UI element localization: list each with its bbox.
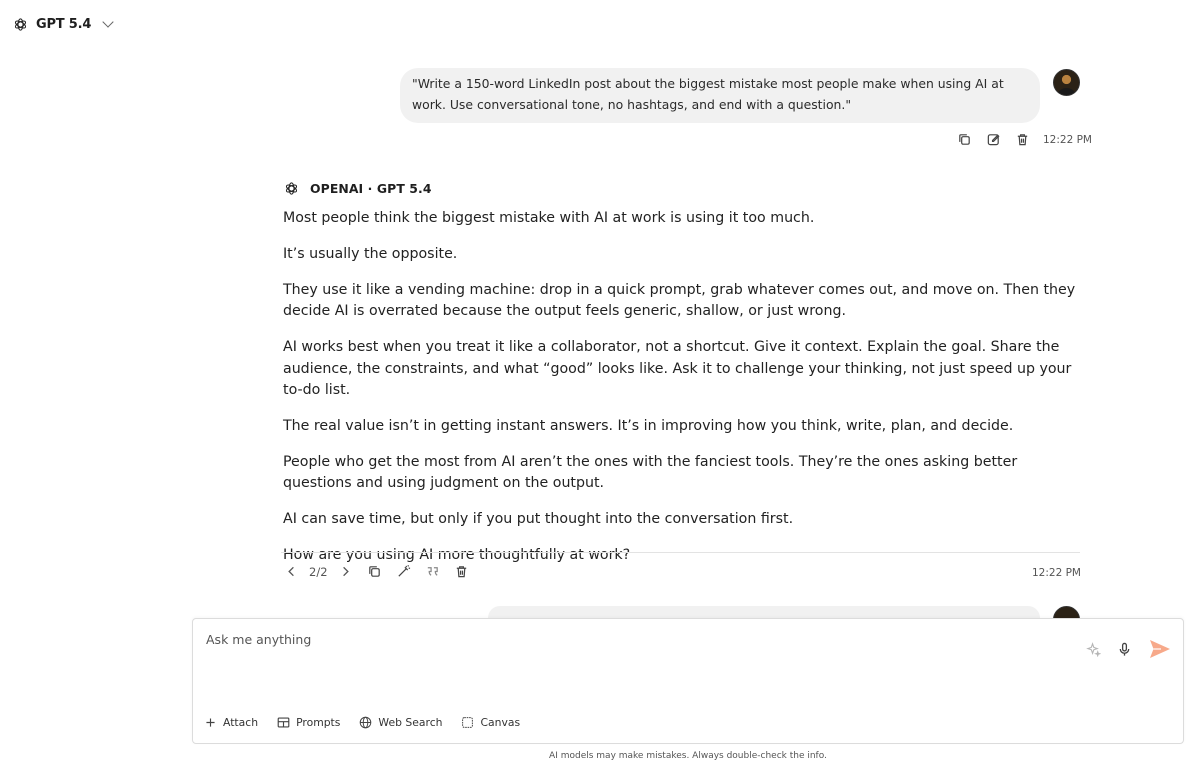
web-search-button[interactable]: Web Search [358, 715, 443, 729]
chevron-right-icon[interactable] [337, 563, 354, 580]
footer-disclaimer: AI models may make mistakes. Always doub… [549, 751, 827, 761]
assistant-paragraph: Most people think the biggest mistake wi… [283, 210, 815, 226]
assistant-paragraph: AI works best when you treat it like a c… [283, 339, 1072, 399]
assistant-paragraph: People who get the most from AI aren’t t… [283, 453, 1018, 492]
divider [281, 552, 1080, 553]
user-message-bubble: "Write a 150-word LinkedIn post about th… [400, 68, 1040, 123]
web-search-label: Web Search [378, 715, 443, 729]
assistant-message-time: 12:22 PM [1032, 567, 1081, 579]
copy-icon[interactable] [366, 563, 383, 580]
assistant-label: OPENAI · GPT 5.4 [310, 181, 432, 196]
trash-icon[interactable] [1014, 131, 1031, 148]
assistant-paragraph: It’s usually the opposite. [283, 245, 458, 262]
assistant-paragraph: They use it like a vending machine: drop… [283, 281, 1076, 320]
prompts-label: Prompts [296, 715, 341, 729]
plus-icon [204, 716, 217, 729]
response-pager: 2/2 [283, 563, 354, 580]
send-icon[interactable] [1147, 636, 1173, 662]
canvas-label: Canvas [480, 715, 521, 729]
user-message-time: 12:22 PM [1043, 133, 1092, 146]
user-message: "Write a 150-word LinkedIn post about th… [400, 68, 1080, 123]
openai-logo-icon [283, 180, 300, 197]
chevron-down-icon [102, 16, 114, 28]
assistant-message: Most people think the biggest mistake wi… [283, 208, 1083, 581]
assistant-message-actions: 2/2 [283, 563, 470, 580]
assistant-paragraph: AI can save time, but only if you put th… [283, 511, 794, 528]
copy-icon[interactable] [956, 131, 973, 148]
canvas-button[interactable]: Canvas [461, 715, 521, 729]
chat-input[interactable] [206, 632, 1046, 647]
attach-label: Attach [223, 715, 259, 729]
edit-icon[interactable] [985, 131, 1002, 148]
model-name: GPT 5.4 [36, 16, 92, 32]
table-icon [276, 715, 290, 729]
openai-logo-icon [12, 16, 29, 33]
chevron-left-icon[interactable] [283, 563, 300, 580]
globe-icon [358, 715, 372, 729]
pager-count: 2/2 [309, 564, 328, 579]
composer: Attach Prompts Web Search Canvas [192, 618, 1184, 744]
model-selector[interactable]: GPT 5.4 [12, 12, 114, 36]
composer-toolbar: Attach Prompts Web Search Canvas [204, 715, 520, 729]
user-message-actions: 12:22 PM [956, 131, 1092, 148]
microphone-icon[interactable] [1116, 641, 1133, 658]
attach-button[interactable]: Attach [204, 716, 258, 729]
assistant-header: OPENAI · GPT 5.4 [283, 180, 432, 197]
sparkle-icon[interactable] [1085, 641, 1102, 658]
avatar[interactable] [1053, 69, 1080, 96]
composer-actions [1085, 636, 1173, 662]
assistant-paragraph: The real value isn’t in getting instant … [283, 418, 1014, 435]
prompts-button[interactable]: Prompts [276, 715, 340, 729]
magic-wand-icon[interactable] [395, 563, 412, 580]
trash-icon[interactable] [453, 563, 470, 580]
canvas-icon [461, 715, 475, 729]
quote-icon[interactable] [424, 563, 441, 580]
